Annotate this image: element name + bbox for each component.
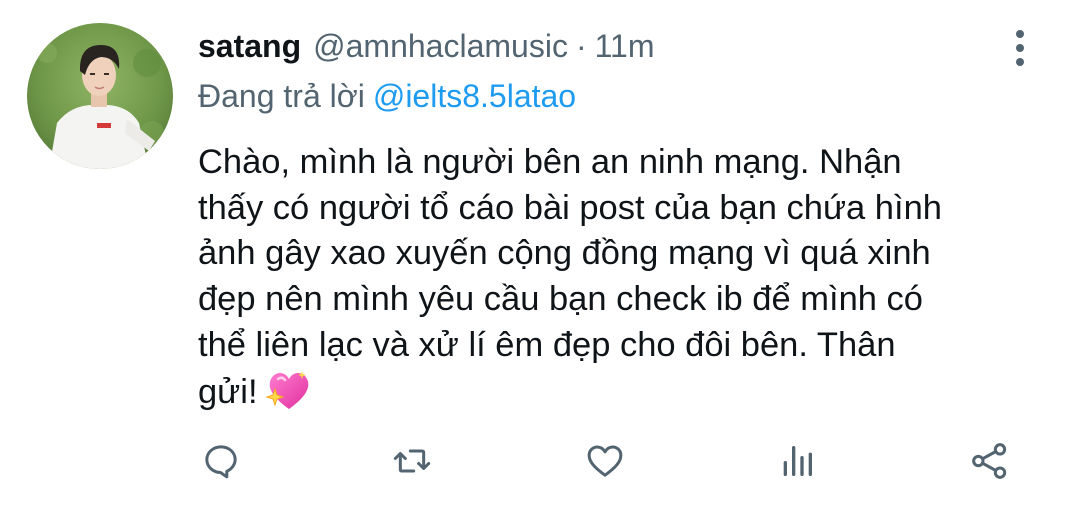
avatar[interactable] [27, 23, 173, 169]
tweet-header: satang @amnhaclamusic · 11m [198, 28, 654, 68]
share-button[interactable] [967, 436, 1013, 486]
like-button[interactable] [582, 436, 628, 486]
display-name[interactable]: satang [198, 28, 301, 65]
user-handle[interactable]: @amnhaclamusic [313, 28, 568, 65]
tweet-actions-bar [0, 436, 1080, 486]
timestamp[interactable]: 11m [595, 28, 655, 65]
tweet-text-last-line: gửi! [198, 369, 1058, 424]
sparkling-heart-icon [264, 369, 312, 424]
views-button[interactable] [774, 436, 820, 486]
tweet-text-line: thấy có người tổ cáo bài post của bạn ch… [198, 188, 942, 227]
tweet-text-line: ảnh gây xao xuyến cộng đồng mạng vì quá … [198, 234, 931, 273]
tweet-text-line: gửi! [198, 372, 258, 411]
tweet-text-line: thể liên lạc và xử lí êm đẹp cho đôi bên… [198, 325, 896, 364]
tweet-text-line: đẹp nên mình yêu cầu bạn check ib để mìn… [198, 280, 923, 319]
more-dot-icon [1016, 58, 1024, 66]
more-options-button[interactable] [1004, 28, 1036, 68]
separator-dot: · [575, 28, 587, 64]
more-dot-icon [1016, 30, 1024, 38]
share-icon [972, 443, 1007, 479]
tweet-card: satang @amnhaclamusic · 11m Đang trả lời… [0, 0, 1080, 508]
more-dot-icon [1016, 44, 1024, 52]
avatar-photo [27, 23, 173, 169]
reply-icon [205, 445, 237, 479]
retweet-icon [393, 449, 431, 473]
tweet-text-line: Chào, mình là người bên an ninh mạng. Nh… [198, 143, 902, 181]
analytics-icon [783, 446, 812, 476]
reply-mention-link[interactable]: @ielts8.5latao [373, 78, 576, 114]
reply-prefix: Đang trả lời [198, 78, 365, 114]
reply-button[interactable] [198, 436, 244, 486]
retweet-button[interactable] [389, 436, 435, 486]
tweet-text: Chào, mình là người bên an ninh mạng. Nh… [198, 140, 1058, 423]
reply-context: Đang trả lời @ielts8.5latao [198, 78, 576, 115]
heart-outline-icon [587, 445, 623, 477]
